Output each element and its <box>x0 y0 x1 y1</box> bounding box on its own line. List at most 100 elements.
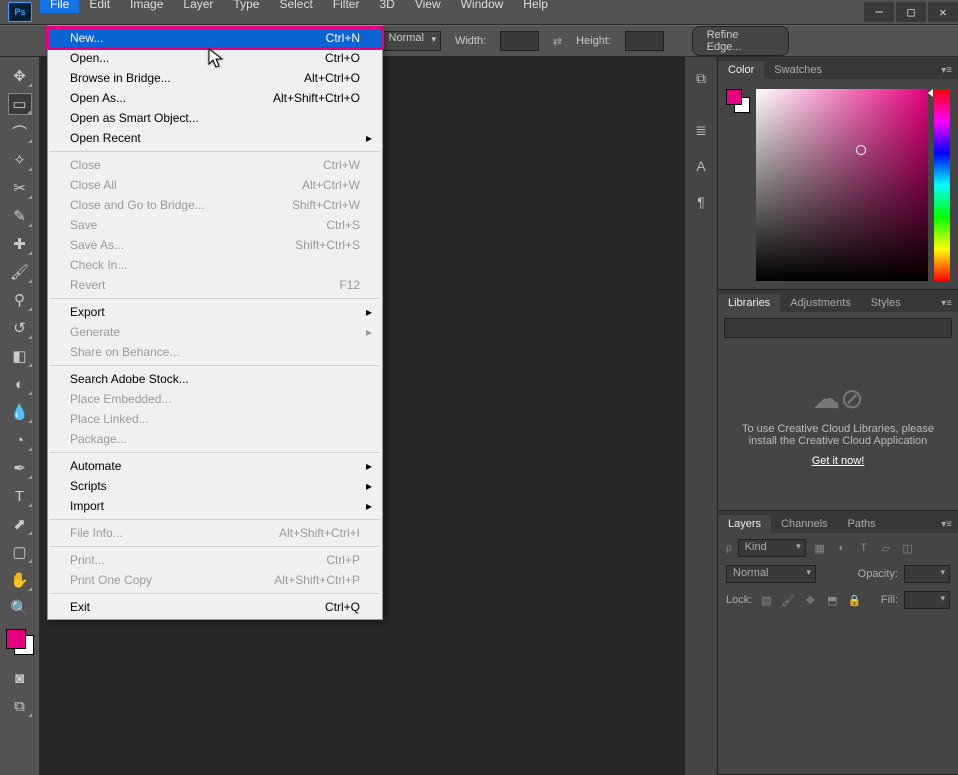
menu-item-package: Package... <box>48 429 382 449</box>
swap-icon[interactable]: ⇄ <box>553 35 562 48</box>
tool-zoom[interactable]: 🔍 <box>8 597 32 619</box>
tool-screenmode[interactable]: ⧉ <box>8 695 32 717</box>
lock-position-icon[interactable]: ✥ <box>802 592 818 608</box>
tab-libraries[interactable]: Libraries <box>718 294 780 312</box>
tool-gradient[interactable]: ◐ <box>8 373 32 395</box>
lock-transparent-icon[interactable]: ▨ <box>758 592 774 608</box>
menu-item-revert: RevertF12 <box>48 275 382 295</box>
blend-mode-select[interactable]: Normal <box>382 31 441 51</box>
tool-brush[interactable]: 🖌 <box>8 261 32 283</box>
menu-item-exit[interactable]: ExitCtrl+Q <box>48 597 382 617</box>
app-logo: Ps <box>8 2 32 22</box>
color-swatches[interactable] <box>6 629 34 655</box>
tool-eyedropper[interactable]: ✎ <box>8 205 32 227</box>
menu-edit[interactable]: Edit <box>79 0 120 13</box>
tab-paths[interactable]: Paths <box>838 515 886 533</box>
menu-filter[interactable]: Filter <box>323 0 370 13</box>
menu-view[interactable]: View <box>405 0 451 13</box>
history-panel-icon[interactable]: ⧉ <box>690 67 712 89</box>
filter-adjust-icon[interactable]: ◐ <box>834 540 850 556</box>
tool-crop[interactable]: ✂ <box>8 177 32 199</box>
filter-pixel-icon[interactable]: ▦ <box>812 540 828 556</box>
menu-image[interactable]: Image <box>120 0 173 13</box>
paragraph-panel-icon[interactable]: ¶ <box>690 191 712 213</box>
tool-type[interactable]: T <box>8 485 32 507</box>
blend-mode[interactable]: Normal <box>726 565 816 583</box>
tool-wand[interactable]: ✧ <box>8 149 32 171</box>
width-input[interactable] <box>500 31 539 51</box>
menu-item-file-info: File Info...Alt+Shift+Ctrl+I <box>48 523 382 543</box>
filter-smart-icon[interactable]: ◫ <box>900 540 916 556</box>
titlebar: Ps File Edit Image Layer Type Select Fil… <box>0 0 958 25</box>
menu-item-print: Print...Ctrl+P <box>48 550 382 570</box>
tool-move[interactable]: ✥ <box>8 65 32 87</box>
menu-item-search-adobe-stock[interactable]: Search Adobe Stock... <box>48 369 382 389</box>
tool-shape[interactable]: ▢ <box>8 541 32 563</box>
fill-input[interactable] <box>904 591 950 609</box>
library-select[interactable] <box>724 318 952 338</box>
refine-edge-button[interactable]: Refine Edge... <box>692 26 789 56</box>
tool-hand[interactable]: ✋ <box>8 569 32 591</box>
menu-item-close-all: Close AllAlt+Ctrl+W <box>48 175 382 195</box>
opacity-input[interactable] <box>904 565 950 583</box>
tool-history[interactable]: ↺ <box>8 317 32 339</box>
menu-item-close: CloseCtrl+W <box>48 155 382 175</box>
color-picker[interactable] <box>756 89 928 281</box>
tool-blur[interactable]: 💧 <box>8 401 32 423</box>
filter-type-icon[interactable]: T <box>856 540 872 556</box>
tool-stamp[interactable]: ⚲ <box>8 289 32 311</box>
menu-item-open-as-smart-object[interactable]: Open as Smart Object... <box>48 108 382 128</box>
close-button[interactable]: ✕ <box>928 2 958 22</box>
lock-all-icon[interactable]: 🔒 <box>846 592 862 608</box>
character-panel-icon[interactable]: A <box>690 155 712 177</box>
menu-item-automate[interactable]: Automate <box>48 456 382 476</box>
layers-filter-kind[interactable]: Kind <box>738 539 806 557</box>
menu-item-scripts[interactable]: Scripts <box>48 476 382 496</box>
width-label: Width: <box>455 35 486 47</box>
filter-shape-icon[interactable]: ▱ <box>878 540 894 556</box>
menu-type[interactable]: Type <box>223 0 269 13</box>
tab-layers[interactable]: Layers <box>718 515 771 533</box>
menu-item-export[interactable]: Export <box>48 302 382 322</box>
libraries-panel-menu-icon[interactable]: ▾≡ <box>935 295 958 312</box>
tool-quickmask[interactable]: ◙ <box>8 667 32 689</box>
tab-channels[interactable]: Channels <box>771 515 837 533</box>
color-panel-menu-icon[interactable]: ▾≡ <box>935 62 958 79</box>
menu-item-print-one-copy: Print One CopyAlt+Shift+Ctrl+P <box>48 570 382 590</box>
tool-eraser[interactable]: ◧ <box>8 345 32 367</box>
tool-marquee[interactable]: ▭ <box>8 93 32 115</box>
tab-color[interactable]: Color <box>718 61 764 79</box>
menu-window[interactable]: Window <box>451 0 514 13</box>
menu-file[interactable]: File <box>40 0 79 13</box>
tool-path[interactable]: ⬈ <box>8 513 32 535</box>
lock-artboard-icon[interactable]: ⬒ <box>824 592 840 608</box>
tool-pen[interactable]: ✒ <box>8 457 32 479</box>
menu-item-open-as[interactable]: Open As...Alt+Shift+Ctrl+O <box>48 88 382 108</box>
menu-item-browse-in-bridge[interactable]: Browse in Bridge...Alt+Ctrl+O <box>48 68 382 88</box>
layers-panel-menu-icon[interactable]: ▾≡ <box>935 516 958 533</box>
tab-styles[interactable]: Styles <box>861 294 911 312</box>
tab-swatches[interactable]: Swatches <box>764 61 832 79</box>
hue-slider[interactable] <box>934 89 950 281</box>
get-it-now-link[interactable]: Get it now! <box>812 455 865 467</box>
file-dropdown: New...Ctrl+NOpen...Ctrl+OBrowse in Bridg… <box>47 25 383 620</box>
height-input[interactable] <box>625 31 664 51</box>
tool-heal[interactable]: ✚ <box>8 233 32 255</box>
menu-item-open-recent[interactable]: Open Recent <box>48 128 382 148</box>
properties-panel-icon[interactable]: ≣ <box>690 119 712 141</box>
tool-dodge[interactable]: ◔ <box>8 429 32 451</box>
minimize-button[interactable]: ─ <box>864 2 894 22</box>
menu-item-open[interactable]: Open...Ctrl+O <box>48 48 382 68</box>
fg-bg-swatch[interactable] <box>726 89 750 113</box>
maximize-button[interactable]: □ <box>896 2 926 22</box>
menu-select[interactable]: Select <box>269 0 322 13</box>
tab-adjustments[interactable]: Adjustments <box>780 294 861 312</box>
lock-pixels-icon[interactable]: 🖌 <box>780 592 796 608</box>
menu-layer[interactable]: Layer <box>173 0 223 13</box>
tool-lasso[interactable]: ⌒ <box>8 121 32 143</box>
menu-item-import[interactable]: Import <box>48 496 382 516</box>
menu-3d[interactable]: 3D <box>369 0 404 13</box>
menu-help[interactable]: Help <box>513 0 558 13</box>
menu-item-share-on-behance: Share on Behance... <box>48 342 382 362</box>
menu-item-new[interactable]: New...Ctrl+N <box>48 28 382 48</box>
